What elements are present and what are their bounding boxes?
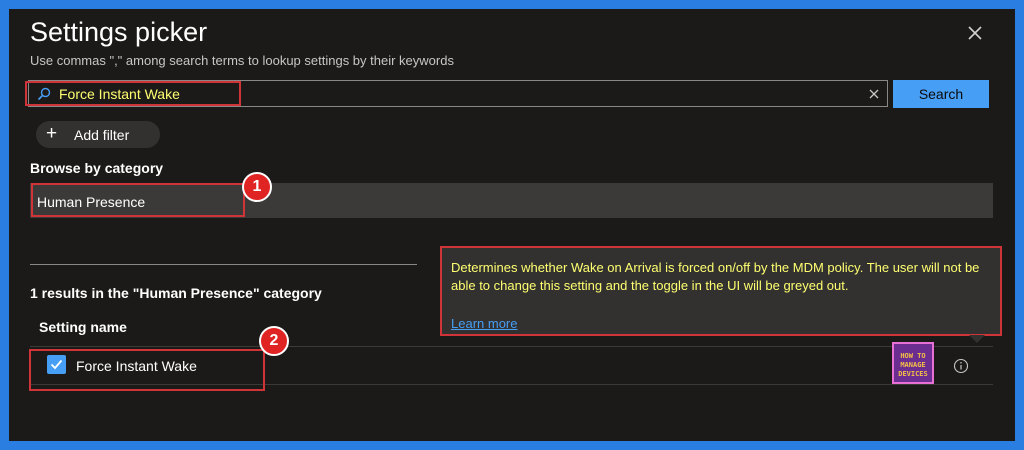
panel-subtitle: Use commas "," among search terms to loo… (30, 53, 454, 68)
annotation-box-search (25, 81, 241, 106)
tooltip-description: Determines whether Wake on Arrival is fo… (451, 260, 980, 293)
annotation-box-setting (29, 349, 265, 391)
watermark-line-3: DEVICES (898, 370, 928, 378)
plus-icon: + (46, 123, 58, 144)
panel-title: Settings picker (30, 17, 208, 47)
add-filter-button[interactable]: + Add filter (36, 121, 160, 148)
search-button[interactable]: Search (893, 80, 989, 108)
column-header-setting-name: Setting name (39, 319, 127, 335)
annotation-badge-2: 2 (259, 326, 289, 356)
clear-icon[interactable] (867, 87, 881, 101)
browse-by-category-heading: Browse by category (30, 160, 164, 176)
close-icon[interactable] (963, 21, 987, 45)
tooltip-arrow (969, 335, 985, 343)
add-filter-label: Add filter (74, 127, 130, 143)
row-divider (30, 346, 993, 347)
watermark-line-1: HOW TO (900, 352, 926, 360)
watermark-logo: HOW TO MANAGE DEVICES (892, 342, 934, 384)
setting-info-tooltip: Determines whether Wake on Arrival is fo… (440, 246, 1002, 336)
divider (30, 264, 417, 265)
info-icon[interactable] (953, 358, 969, 374)
annotation-badge-1: 1 (242, 172, 272, 202)
settings-picker-panel: Settings picker Use commas "," among sea… (9, 9, 1015, 441)
watermark-line-2: MANAGE (900, 361, 926, 369)
results-summary: 1 results in the "Human Presence" catego… (30, 285, 322, 301)
annotation-box-category (31, 183, 245, 217)
learn-more-link[interactable]: Learn more (451, 316, 517, 331)
